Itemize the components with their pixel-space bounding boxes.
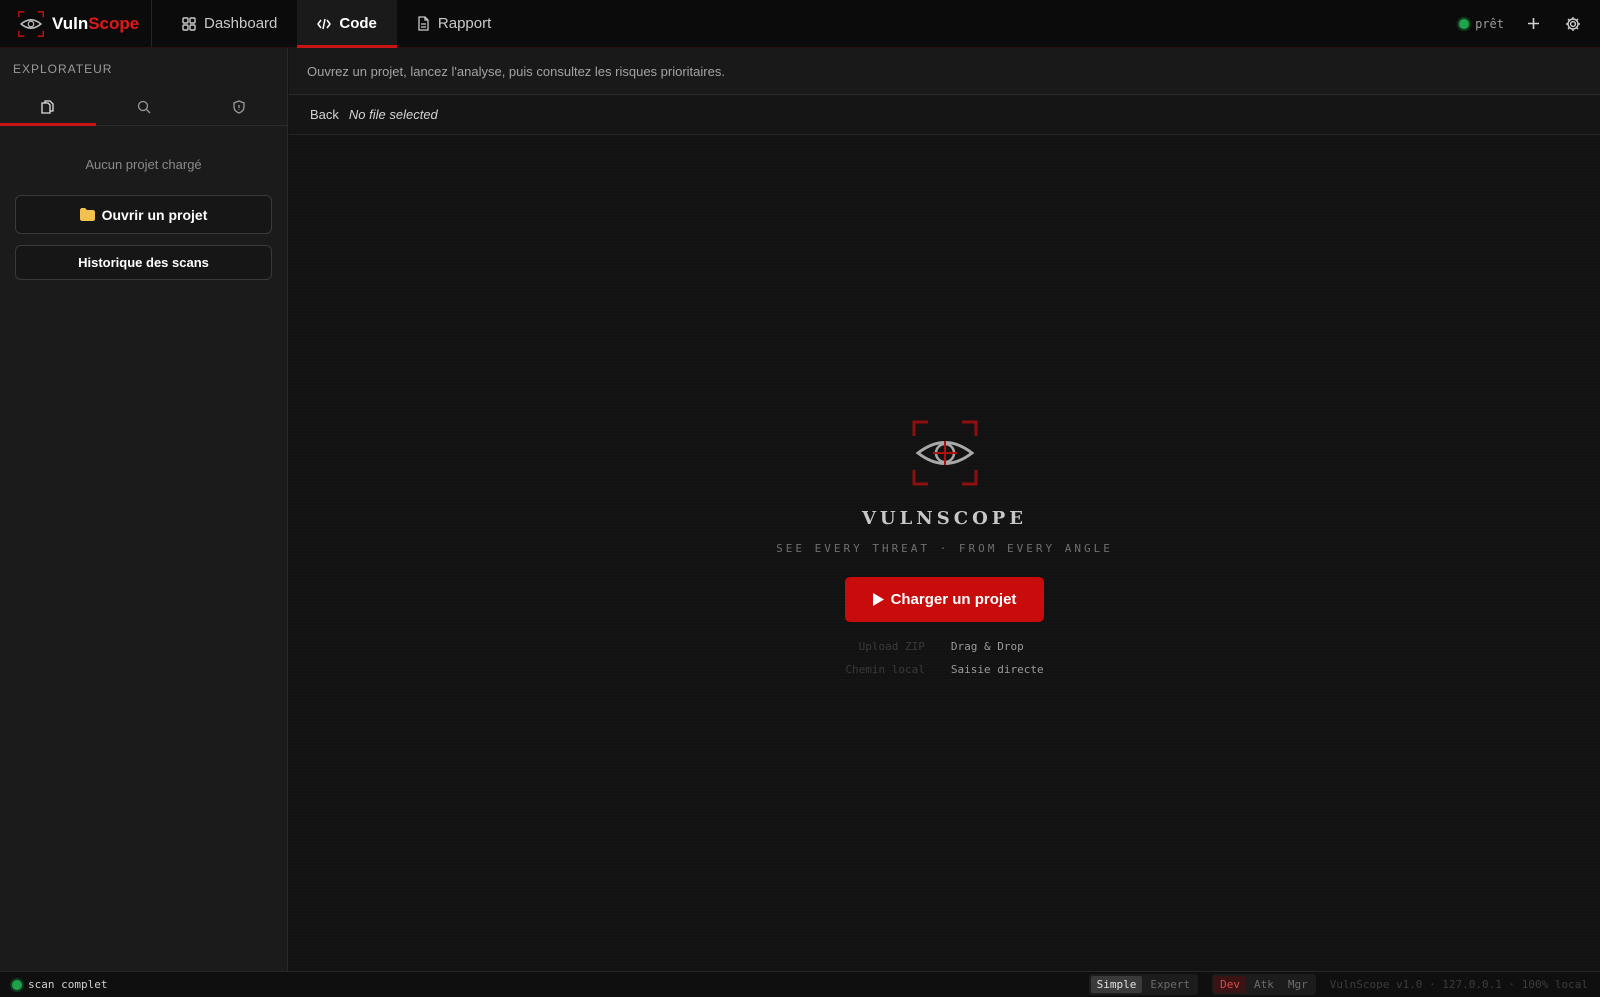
- tab-code[interactable]: Code: [297, 0, 397, 48]
- explorer-sidebar: EXPLORATEUR Aucun projet chargé Ouvrir u…: [0, 48, 288, 971]
- hero-title: VULNSCOPE: [861, 508, 1028, 529]
- sidebar-tab-files[interactable]: [0, 88, 96, 126]
- sidebar-tabs: [0, 88, 287, 126]
- app-name: VulnScope: [52, 13, 140, 33]
- status-indicator: prêt: [1459, 17, 1504, 31]
- option-value: Saisie directe: [950, 663, 1044, 676]
- load-project-button[interactable]: Charger un projet: [844, 577, 1045, 622]
- current-file-label: No file selected: [348, 107, 438, 122]
- code-icon: [317, 18, 332, 29]
- hint-text: Ouvrez un projet, lancez l'analyse, puis…: [307, 63, 725, 79]
- grid-icon: [182, 16, 196, 31]
- welcome-hero: VULNSCOPE SEE EVERY THREAT · FROM EVERY …: [289, 420, 1600, 676]
- folder-icon: [79, 208, 95, 221]
- tab-label: Rapport: [437, 15, 492, 32]
- open-project-label: Ouvrir un projet: [101, 206, 208, 223]
- tab-label: Dashboard: [204, 15, 278, 32]
- plus-icon: [1527, 18, 1539, 29]
- version-info: VulnScope v1.0 · 127.0.0.1 · 100% local: [1329, 978, 1588, 991]
- document-icon: [418, 16, 429, 31]
- sidebar-tab-search[interactable]: [96, 88, 192, 125]
- role-atk[interactable]: Atk: [1248, 976, 1280, 993]
- option-value: Drag & Drop: [950, 640, 1024, 653]
- scan-history-label: Historique des scans: [78, 255, 209, 270]
- file-bar: Back No file selected: [289, 95, 1600, 135]
- scan-status-dot: [12, 979, 22, 990]
- role-toggle: Dev Atk Mgr: [1212, 974, 1316, 995]
- settings-button[interactable]: [1562, 13, 1584, 35]
- tab-dashboard[interactable]: Dashboard: [162, 0, 297, 47]
- mode-expert[interactable]: Expert: [1144, 976, 1196, 993]
- status-dot: [1459, 18, 1470, 29]
- mode-simple[interactable]: Simple: [1090, 976, 1143, 993]
- play-icon: [872, 593, 884, 606]
- gear-icon: [1566, 16, 1580, 31]
- role-mgr[interactable]: Mgr: [1282, 976, 1314, 993]
- scan-history-button[interactable]: Historique des scans: [15, 245, 272, 280]
- hint-bar: Ouvrez un projet, lancez l'analyse, puis…: [289, 48, 1600, 95]
- add-button[interactable]: [1522, 13, 1544, 35]
- option-key: Upload ZIP: [858, 640, 925, 653]
- role-dev[interactable]: Dev: [1214, 976, 1246, 993]
- hero-tagline: SEE EVERY THREAT · FROM EVERY ANGLE: [776, 542, 1113, 555]
- brand[interactable]: VulnScope: [0, 0, 152, 47]
- main-tabs: Dashboard Code Rapport: [162, 0, 511, 48]
- main-panel: Ouvrez un projet, lancez l'analyse, puis…: [289, 48, 1600, 971]
- files-icon: [41, 99, 54, 114]
- scan-status-text: scan complet: [28, 978, 108, 991]
- shield-icon: [233, 99, 245, 114]
- sidebar-tab-security[interactable]: [191, 88, 287, 125]
- tab-rapport[interactable]: Rapport: [397, 0, 511, 47]
- search-icon: [137, 100, 150, 113]
- mode-toggle: Simple Expert: [1088, 974, 1199, 995]
- option-key: Chemin local: [845, 663, 925, 676]
- status-label: prêt: [1475, 16, 1504, 31]
- top-bar: VulnScope Dashboard Code Rapport prêt: [0, 0, 1600, 48]
- open-project-button[interactable]: Ouvrir un projet: [15, 195, 272, 234]
- back-button[interactable]: Back: [310, 107, 339, 122]
- tab-label: Code: [339, 15, 377, 32]
- vulnscope-eye-icon: [912, 420, 977, 486]
- load-options: Upload ZIP Drag & Drop Chemin local Sais…: [845, 640, 1043, 676]
- empty-project-message: Aucun projet chargé: [85, 157, 202, 172]
- vulnscope-logo-icon: [18, 10, 44, 37]
- status-bar: scan complet Simple Expert Dev Atk Mgr V…: [0, 971, 1600, 997]
- sidebar-title: EXPLORATEUR: [13, 62, 113, 76]
- load-project-label: Charger un projet: [890, 591, 1017, 608]
